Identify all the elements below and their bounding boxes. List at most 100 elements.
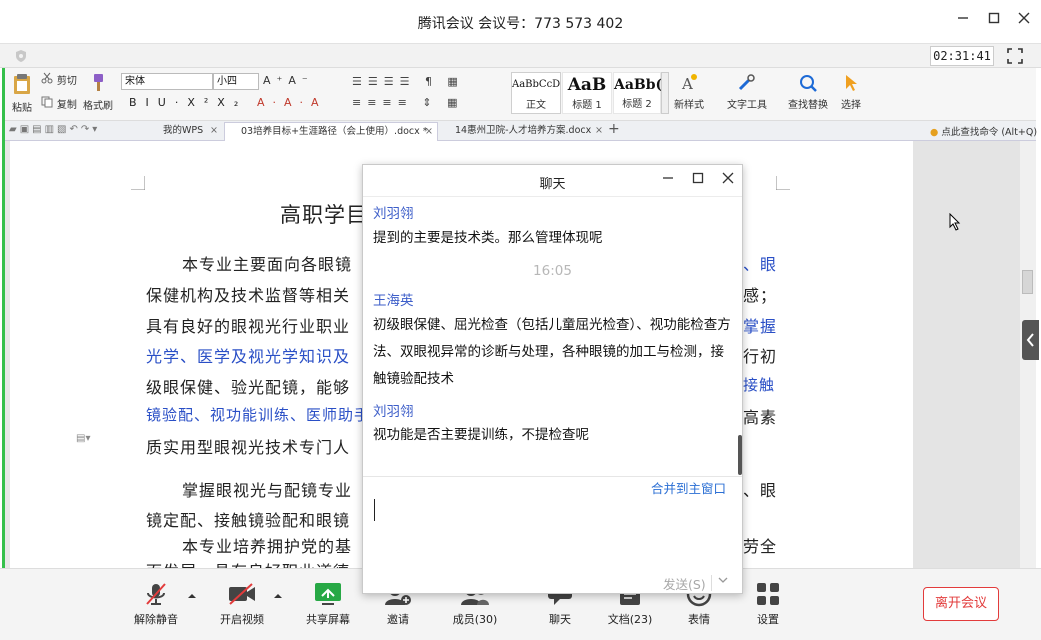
paragraph-marker-icon[interactable]: ▤▾ bbox=[76, 433, 90, 444]
caret-up-icon[interactable] bbox=[273, 591, 283, 601]
new-style-icon: A bbox=[681, 74, 697, 93]
font-size-value: 小四 bbox=[217, 76, 237, 87]
chat-panel: 聊天 刘羽翎 提到的主要是技术类。那么管理体现呢 16:05 王海英 初级眼保健… bbox=[362, 164, 743, 594]
unmute-button[interactable]: 解除静音 bbox=[121, 581, 191, 627]
lightbulb-icon: ● bbox=[930, 127, 939, 138]
settings-button[interactable]: 设置 bbox=[733, 581, 803, 627]
font-grow-shrink[interactable]: A⁺A⁻ bbox=[263, 74, 314, 87]
style-heading2[interactable]: AaBb( 标题 2 bbox=[613, 72, 662, 114]
send-button[interactable]: 发送(S) bbox=[663, 574, 706, 593]
start-video-label: 开启视频 bbox=[220, 613, 264, 626]
document-line: 掌握眼视光与配镜专业 bbox=[182, 481, 353, 500]
chat-scrollbar-thumb[interactable] bbox=[738, 435, 742, 475]
document-line: 面发展，具有良好职业道德 bbox=[146, 558, 350, 568]
tab-doc-03-label: 03培养目标+生涯路径（会上使用）.docx * bbox=[241, 126, 428, 137]
camera-off-icon bbox=[229, 583, 255, 605]
message-timestamp: 16:05 bbox=[533, 263, 572, 279]
style-heading1-label: 标题 1 bbox=[572, 100, 602, 111]
font-name-value: 宋体 bbox=[125, 76, 145, 87]
maximize-button[interactable] bbox=[983, 10, 1005, 32]
text-tools-label: 文字工具 bbox=[727, 100, 767, 111]
command-search[interactable]: ● 点此查找命令 (Alt+Q) bbox=[930, 124, 1037, 138]
minimize-icon bbox=[958, 17, 968, 19]
style-normal-label: 正文 bbox=[526, 100, 546, 111]
document-line: 本专业培养拥护党的基 bbox=[182, 537, 353, 556]
tab-my-wps[interactable]: 我的WPS × bbox=[147, 122, 225, 141]
copy-label: 复制 bbox=[56, 100, 77, 111]
leave-meeting-button[interactable]: 离开会议 bbox=[923, 587, 999, 621]
new-style-label: 新样式 bbox=[674, 100, 704, 111]
close-icon bbox=[1018, 12, 1030, 24]
wps-ribbon: 粘贴 剪切 复制 格式刷 宋体 小四 A⁺A⁻ BIU·X²X₂ A·A·A ☰… bbox=[5, 68, 1036, 120]
document-fragment: 、眼 bbox=[743, 255, 778, 274]
paste-button[interactable]: 粘贴 bbox=[9, 72, 35, 114]
new-tab-button[interactable]: + bbox=[608, 121, 620, 137]
merge-to-main-window-link[interactable]: 合并到主窗口 bbox=[651, 478, 726, 497]
format-buttons-row[interactable]: BIU·X²X₂ bbox=[129, 96, 247, 109]
chat-close-button[interactable] bbox=[719, 172, 737, 190]
shield-icon[interactable] bbox=[14, 49, 28, 63]
clipboard-icon bbox=[14, 74, 30, 94]
chat-message-input[interactable] bbox=[371, 497, 735, 557]
close-button[interactable] bbox=[1013, 10, 1035, 32]
text-tools-button[interactable]: 文字工具 bbox=[723, 73, 771, 111]
share-screen-icon bbox=[315, 583, 341, 605]
copy-button[interactable]: 复制 bbox=[41, 96, 77, 111]
send-options-button[interactable] bbox=[717, 574, 731, 590]
text-caret bbox=[374, 499, 375, 521]
chat-title: 聊天 bbox=[539, 177, 566, 192]
tab-doc-14-label: 14惠州卫院-人才培养方案.docx bbox=[455, 125, 592, 136]
font-size-select[interactable]: 小四 bbox=[213, 73, 259, 90]
quick-access-toolbar[interactable]: ▰▣▤▥▧↶↷▾ bbox=[9, 124, 100, 135]
document-scrollbar-thumb[interactable] bbox=[1022, 270, 1033, 294]
tab-doc-14[interactable]: 14惠州卫院-人才培养方案.docx × bbox=[439, 122, 609, 141]
style-heading1[interactable]: AaB 标题 1 bbox=[562, 72, 612, 114]
chevron-down-icon bbox=[718, 577, 728, 583]
message-sender: 刘羽翎 bbox=[373, 404, 414, 420]
chat-maximize-button[interactable] bbox=[689, 172, 707, 190]
document-tab-bar: ▰▣▤▥▧↶↷▾ 我的WPS × 03培养目标+生涯路径（会上使用）.docx … bbox=[5, 120, 1037, 141]
minimize-button[interactable] bbox=[952, 10, 974, 32]
chat-header: 聊天 bbox=[363, 165, 742, 197]
document-fragment: 行初 bbox=[743, 347, 778, 366]
tab-close-icon[interactable]: × bbox=[595, 122, 603, 140]
tab-close-icon[interactable]: × bbox=[425, 123, 433, 141]
style-normal-sample: AaBbCcD bbox=[512, 79, 561, 90]
new-style-button[interactable]: A 新样式 bbox=[669, 73, 709, 111]
align-buttons-row[interactable]: ≡≡≡≡ ⇕ ▦ bbox=[352, 96, 463, 109]
document-line: 光学、医学及视光学知识及 bbox=[146, 347, 351, 366]
chat-minimize-button[interactable] bbox=[659, 172, 677, 190]
cut-button[interactable]: 剪切 bbox=[41, 72, 77, 87]
list-buttons-row[interactable]: ☰☰☰☰ ¶ ▦ bbox=[352, 75, 464, 88]
document-fragment: 高素 bbox=[743, 408, 778, 427]
format-painter-button[interactable]: 格式刷 bbox=[81, 72, 115, 112]
font-name-select[interactable]: 宋体 bbox=[121, 73, 213, 90]
find-replace-label: 查找替换 bbox=[788, 100, 828, 111]
chat-divider bbox=[363, 476, 742, 477]
find-replace-button[interactable]: 查找替换 bbox=[781, 73, 835, 111]
close-icon bbox=[722, 172, 734, 184]
title-bar: 腾讯会议 会议号：773 573 402 bbox=[0, 0, 1041, 44]
style-gallery-scroll[interactable] bbox=[661, 72, 669, 114]
settings-grid-icon bbox=[757, 583, 779, 605]
document-line: 镜定配、接触镜验配和眼镜 bbox=[146, 511, 351, 530]
side-panel-toggle[interactable] bbox=[1022, 320, 1039, 360]
share-screen-label: 共享屏幕 bbox=[306, 613, 350, 626]
style-normal[interactable]: AaBbCcD 正文 bbox=[511, 72, 561, 114]
document-line: 保健机构及技术监督等相关 bbox=[146, 286, 351, 305]
message-text: 初级眼保健、屈光检查（包括儿童屈光检查）、视功能检查方法、双眼视异常的诊断与处理… bbox=[373, 317, 731, 387]
reactions-label: 表情 bbox=[688, 613, 710, 626]
caret-up-icon[interactable] bbox=[187, 591, 197, 601]
select-button[interactable]: 选择 bbox=[835, 73, 867, 111]
page-corner-mark bbox=[776, 176, 790, 190]
fullscreen-icon[interactable] bbox=[1006, 47, 1024, 65]
font-color-row[interactable]: A·A·A bbox=[257, 96, 327, 109]
tab-doc-03[interactable]: 03培养目标+生涯路径（会上使用）.docx * × bbox=[224, 122, 438, 141]
start-video-button[interactable]: 开启视频 bbox=[207, 581, 277, 627]
share-screen-button[interactable]: 共享屏幕 bbox=[293, 581, 363, 627]
tab-close-icon[interactable]: × bbox=[210, 122, 218, 140]
document-line: 级眼保健、验光配镜，能够 bbox=[146, 378, 351, 397]
maximize-icon bbox=[692, 172, 704, 184]
arrow-cursor-icon bbox=[846, 75, 857, 91]
tab-my-wps-label: 我的WPS bbox=[163, 125, 204, 136]
